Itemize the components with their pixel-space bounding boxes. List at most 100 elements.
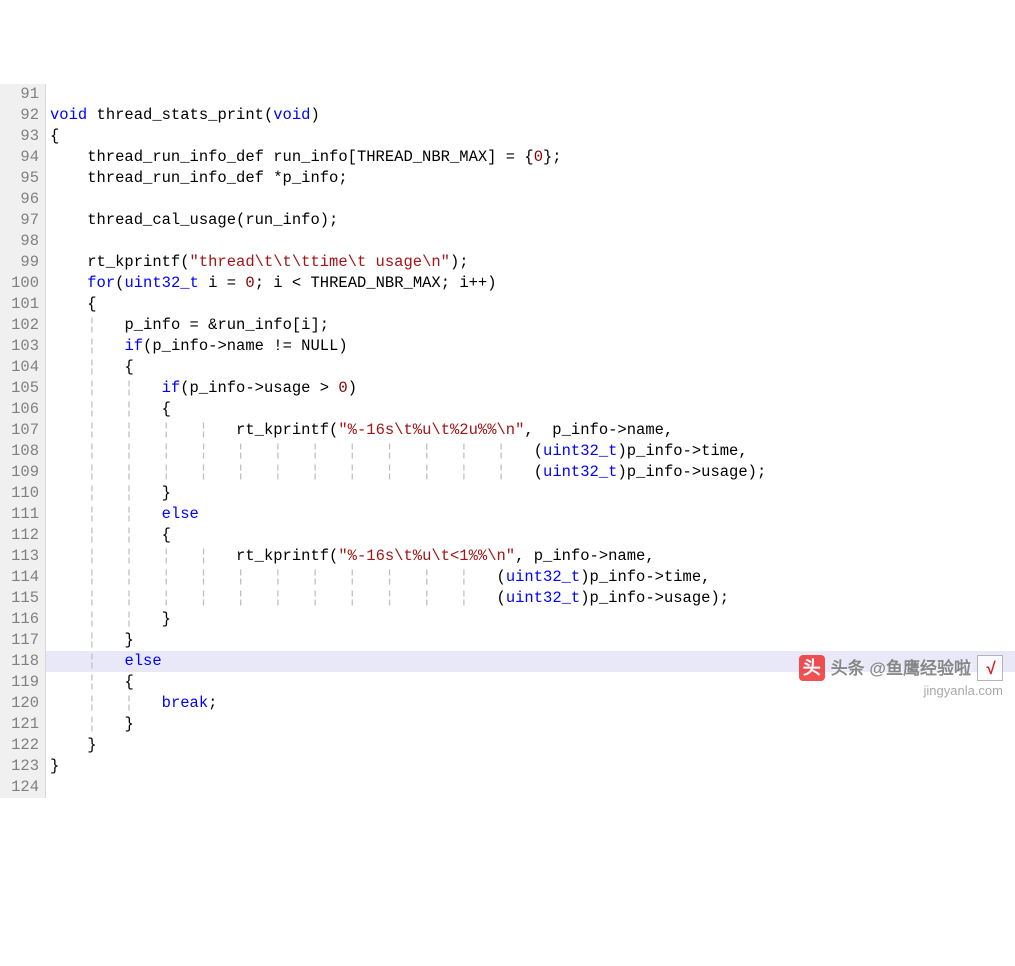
line-number: 113 [0,546,46,567]
code-line[interactable]: 106 ¦ ¦ { [0,399,1015,420]
code-content[interactable]: ¦ ¦ ¦ ¦ ¦ ¦ ¦ ¦ ¦ ¦ ¦ (uint32_t)p_info->… [46,567,710,588]
line-number: 110 [0,483,46,504]
code-content[interactable]: ¦ ¦ ¦ ¦ ¦ ¦ ¦ ¦ ¦ ¦ ¦ (uint32_t)p_info->… [46,588,729,609]
line-number: 102 [0,315,46,336]
code-content[interactable]: ¦ { [46,672,134,693]
code-line[interactable]: 101 { [0,294,1015,315]
code-content[interactable]: { [46,294,97,315]
line-number: 98 [0,231,46,252]
code-line[interactable]: 108 ¦ ¦ ¦ ¦ ¦ ¦ ¦ ¦ ¦ ¦ ¦ ¦ (uint32_t)p_… [0,441,1015,462]
code-content[interactable]: ¦ ¦ ¦ ¦ ¦ ¦ ¦ ¦ ¦ ¦ ¦ ¦ (uint32_t)p_info… [46,462,766,483]
line-number: 101 [0,294,46,315]
line-number: 100 [0,273,46,294]
code-line[interactable]: 98 [0,231,1015,252]
code-content[interactable]: ¦ } [46,714,134,735]
code-content[interactable]: ¦ ¦ if(p_info->usage > 0) [46,378,357,399]
code-line[interactable]: 105 ¦ ¦ if(p_info->usage > 0) [0,378,1015,399]
code-content[interactable]: for(uint32_t i = 0; i < THREAD_NBR_MAX; … [46,273,497,294]
code-content[interactable]: ¦ ¦ break; [46,693,217,714]
code-content[interactable]: ¦ if(p_info->name != NULL) [46,336,348,357]
code-line[interactable]: 95 thread_run_info_def *p_info; [0,168,1015,189]
code-line[interactable]: 124 [0,777,1015,798]
code-content[interactable]: ¦ else [46,651,162,672]
watermark-site: jingyanla.com [924,680,1004,701]
line-number: 103 [0,336,46,357]
line-number: 123 [0,756,46,777]
line-number: 106 [0,399,46,420]
code-line[interactable]: 91 [0,84,1015,105]
code-content[interactable]: ¦ ¦ { [46,525,171,546]
code-content[interactable]: ¦ ¦ ¦ ¦ rt_kprintf("%-16s\t%u\t%2u%%\n",… [46,420,673,441]
code-line[interactable]: 120 ¦ ¦ break; [0,693,1015,714]
line-number: 114 [0,567,46,588]
line-number: 111 [0,504,46,525]
code-content[interactable]: } [46,735,97,756]
check-icon: √ [977,655,1003,681]
line-number: 99 [0,252,46,273]
code-line[interactable]: 122 } [0,735,1015,756]
code-line[interactable]: 111 ¦ ¦ else [0,504,1015,525]
code-line[interactable]: 107 ¦ ¦ ¦ ¦ rt_kprintf("%-16s\t%u\t%2u%%… [0,420,1015,441]
code-line[interactable]: 103 ¦ if(p_info->name != NULL) [0,336,1015,357]
line-number: 112 [0,525,46,546]
code-editor[interactable]: 9192void thread_stats_print(void)93{94 t… [0,84,1015,798]
code-content[interactable]: thread_cal_usage(run_info); [46,210,338,231]
toutiao-logo-icon: 头 [799,655,825,681]
code-content[interactable]: ¦ ¦ { [46,399,171,420]
code-content[interactable]: ¦ { [46,357,134,378]
line-number: 97 [0,210,46,231]
code-content[interactable]: rt_kprintf("thread\t\t\ttime\t usage\n")… [46,252,469,273]
code-line[interactable]: 112 ¦ ¦ { [0,525,1015,546]
code-line[interactable]: 109 ¦ ¦ ¦ ¦ ¦ ¦ ¦ ¦ ¦ ¦ ¦ ¦ (uint32_t)p_… [0,462,1015,483]
watermark: 头 头条 @鱼鹰经验啦 √ [799,655,1003,681]
code-content[interactable]: ¦ p_info = &run_info[i]; [46,315,329,336]
code-content[interactable]: ¦ ¦ ¦ ¦ rt_kprintf("%-16s\t%u\t<1%%\n", … [46,546,655,567]
code-line[interactable]: 116 ¦ ¦ } [0,609,1015,630]
code-line[interactable]: 93{ [0,126,1015,147]
code-content[interactable]: ¦ } [46,630,134,651]
code-content[interactable]: { [46,126,59,147]
code-line[interactable]: 114 ¦ ¦ ¦ ¦ ¦ ¦ ¦ ¦ ¦ ¦ ¦ (uint32_t)p_in… [0,567,1015,588]
line-number: 109 [0,462,46,483]
code-line[interactable]: 97 thread_cal_usage(run_info); [0,210,1015,231]
line-number: 122 [0,735,46,756]
line-number: 96 [0,189,46,210]
code-line[interactable]: 96 [0,189,1015,210]
code-content[interactable]: ¦ ¦ ¦ ¦ ¦ ¦ ¦ ¦ ¦ ¦ ¦ ¦ (uint32_t)p_info… [46,441,748,462]
code-line[interactable]: 123} [0,756,1015,777]
line-number: 95 [0,168,46,189]
code-line[interactable]: 94 thread_run_info_def run_info[THREAD_N… [0,147,1015,168]
code-content[interactable]: void thread_stats_print(void) [46,105,320,126]
code-line[interactable]: 115 ¦ ¦ ¦ ¦ ¦ ¦ ¦ ¦ ¦ ¦ ¦ (uint32_t)p_in… [0,588,1015,609]
code-content[interactable]: thread_run_info_def *p_info; [46,168,348,189]
code-line[interactable]: 92void thread_stats_print(void) [0,105,1015,126]
code-content[interactable]: thread_run_info_def run_info[THREAD_NBR_… [46,147,562,168]
code-line[interactable]: 110 ¦ ¦ } [0,483,1015,504]
line-number: 124 [0,777,46,798]
code-line[interactable]: 102 ¦ p_info = &run_info[i]; [0,315,1015,336]
line-number: 91 [0,84,46,105]
line-number: 121 [0,714,46,735]
line-number: 104 [0,357,46,378]
line-number: 107 [0,420,46,441]
code-line[interactable]: 104 ¦ { [0,357,1015,378]
line-number: 118 [0,651,46,672]
line-number: 92 [0,105,46,126]
code-line[interactable]: 117 ¦ } [0,630,1015,651]
code-line[interactable]: 113 ¦ ¦ ¦ ¦ rt_kprintf("%-16s\t%u\t<1%%\… [0,546,1015,567]
line-number: 120 [0,693,46,714]
line-number: 94 [0,147,46,168]
watermark-text: 头条 @鱼鹰经验啦 [831,658,971,679]
line-number: 119 [0,672,46,693]
code-line[interactable]: 99 rt_kprintf("thread\t\t\ttime\t usage\… [0,252,1015,273]
code-line[interactable]: 121 ¦ } [0,714,1015,735]
line-number: 93 [0,126,46,147]
code-line[interactable]: 100 for(uint32_t i = 0; i < THREAD_NBR_M… [0,273,1015,294]
code-content[interactable]: } [46,756,59,777]
code-content[interactable]: ¦ ¦ } [46,483,171,504]
line-number: 108 [0,441,46,462]
code-content[interactable]: ¦ ¦ } [46,609,171,630]
line-number: 117 [0,630,46,651]
code-content[interactable]: ¦ ¦ else [46,504,199,525]
line-number: 105 [0,378,46,399]
